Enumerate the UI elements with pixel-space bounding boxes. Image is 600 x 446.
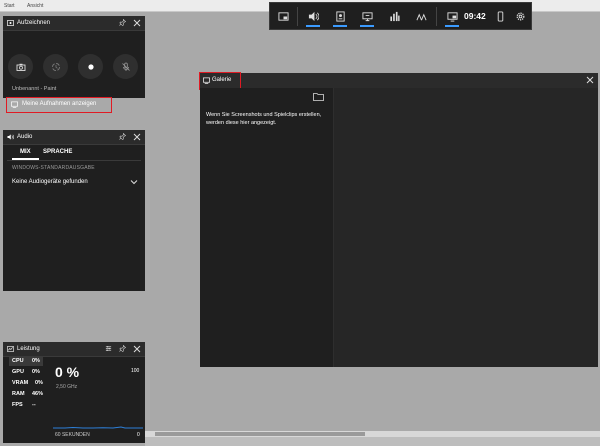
paint-horizontal-scrollbar[interactable] [145,431,600,437]
output-section-label: WINDOWS-STANDARDAUSGABE [12,165,95,171]
close-icon[interactable] [133,133,141,141]
metric-value: 0% [32,369,40,375]
gallery-small-icon [11,101,18,108]
tab-mix[interactable]: MIX [20,149,31,155]
record-last-30s-button[interactable] [43,54,68,79]
gallery-widget-button[interactable] [355,3,379,30]
show-captures-label: Meine Aufnahmen anzeigen [22,101,97,107]
settings-button[interactable] [509,3,531,30]
metric-label: RAM [12,391,25,397]
capture-icon [335,11,345,22]
paint-menu-start[interactable]: Start [4,3,15,9]
bar-chart-icon [389,11,400,22]
performance-panel-header[interactable]: Leistung [3,342,145,357]
close-icon[interactable] [586,76,594,84]
audio-panel-speaker-icon [7,134,14,140]
gallery-panel: Galerie Wenn Sie Screenshots und Spielcl… [199,72,598,367]
gallery-title-icon [203,77,210,84]
audio-device-dropdown[interactable]: Keine Audiogeräte gefunden [12,179,88,185]
game-bar: 09:42 [269,2,532,30]
metric-row-cpu[interactable]: CPU 0% [9,357,43,366]
screenshot-button[interactable] [8,54,33,79]
performance-panel-title: Leistung [17,346,40,352]
paint-scrollbar-area [145,431,600,446]
people-icon [415,13,427,21]
capture-panel: Aufzeichnen Unbenannt - Paint Meine Aufn… [3,16,145,113]
metric-label: VRAM [12,380,29,386]
pin-icon[interactable] [119,345,126,352]
capture-panel-title: Aufzeichnen [17,20,51,26]
pin-icon[interactable] [119,133,126,140]
gallery-empty-message: Wenn Sie Screenshots und Spielclips erst… [206,112,322,126]
audio-panel-header[interactable]: Audio [3,130,145,145]
gallery-active-button[interactable] [440,3,464,30]
metric-value: 0% [32,358,40,364]
chevron-down-icon[interactable] [130,179,138,185]
tab-sprache[interactable]: SPRACHE [43,149,72,155]
audio-panel: Audio MIX SPRACHE WINDOWS-STANDARDAUSGAB… [3,130,145,291]
open-folder-icon[interactable] [313,92,324,101]
metric-row-fps[interactable]: FPS -- [9,401,43,410]
widget-menu-button[interactable] [271,3,295,30]
paint-menu-ansicht[interactable]: Ansicht [27,3,43,9]
speaker-icon [308,11,319,22]
audio-widget-button[interactable] [301,3,325,30]
metric-label: GPU [12,369,24,375]
cpu-frequency: 2,50 GHz [56,384,78,390]
metric-label: FPS [12,402,23,408]
cpu-usage-value: 0 % [55,364,80,380]
gallery-panel-title: Galerie [212,77,232,83]
gamebar-separator [297,7,298,26]
gallery-panel-header[interactable]: Galerie [199,72,598,90]
close-icon[interactable] [133,19,141,27]
graph-min-label: 0 [137,432,140,438]
metric-row-vram[interactable]: VRAM 0% [9,379,43,388]
microphone-muted-icon [121,62,130,71]
performance-panel: Leistung CPU 0% GPU 0% VRAM 0% RAM 46% F… [3,342,145,443]
gear-icon [516,12,524,21]
metric-label: CPU [12,358,24,364]
graph-max-label: 100 [131,368,140,374]
capture-widget-button[interactable] [328,3,352,30]
metric-row-ram[interactable]: RAM 46% [9,390,43,399]
metric-value: 46% [32,391,44,397]
controller-battery [492,3,508,30]
gallery-preview-pane [333,88,598,367]
metric-row-gpu[interactable]: GPU 0% [9,368,43,377]
cpu-usage-graph [53,426,143,429]
performance-panel-icon [7,346,14,352]
start-recording-button[interactable] [78,54,103,79]
gallery-list-pane [200,88,333,367]
tab-divider [7,160,141,161]
capture-target-status: Unbenannt - Paint [12,86,57,92]
audio-panel-title: Audio [17,134,33,140]
options-icon[interactable] [105,345,112,352]
camera-icon [16,63,25,71]
gamebar-separator [436,7,437,26]
widget-menu-icon [277,12,289,21]
metric-value: 0% [35,380,43,386]
close-icon[interactable] [133,345,141,353]
record-dot-icon [87,63,94,70]
clock-time: 09:42 [464,11,486,21]
microphone-toggle-button[interactable] [113,54,138,79]
show-captures-button[interactable]: Meine Aufnahmen anzeigen [6,97,112,113]
xbox-social-button[interactable] [409,3,433,30]
graph-timespan-label: 60 SEKUNDEN [55,432,90,438]
performance-widget-button[interactable] [382,3,406,30]
metric-value: -- [32,402,36,408]
scrollbar-thumb[interactable] [155,432,365,436]
record-last-icon [51,62,60,71]
capture-panel-header[interactable]: Aufzeichnen [3,16,145,31]
gallery-monitor-icon [446,12,458,22]
pin-icon[interactable] [119,19,126,26]
monitor-icon [361,12,373,22]
capture-panel-icon [7,20,14,26]
phone-icon [497,11,503,22]
